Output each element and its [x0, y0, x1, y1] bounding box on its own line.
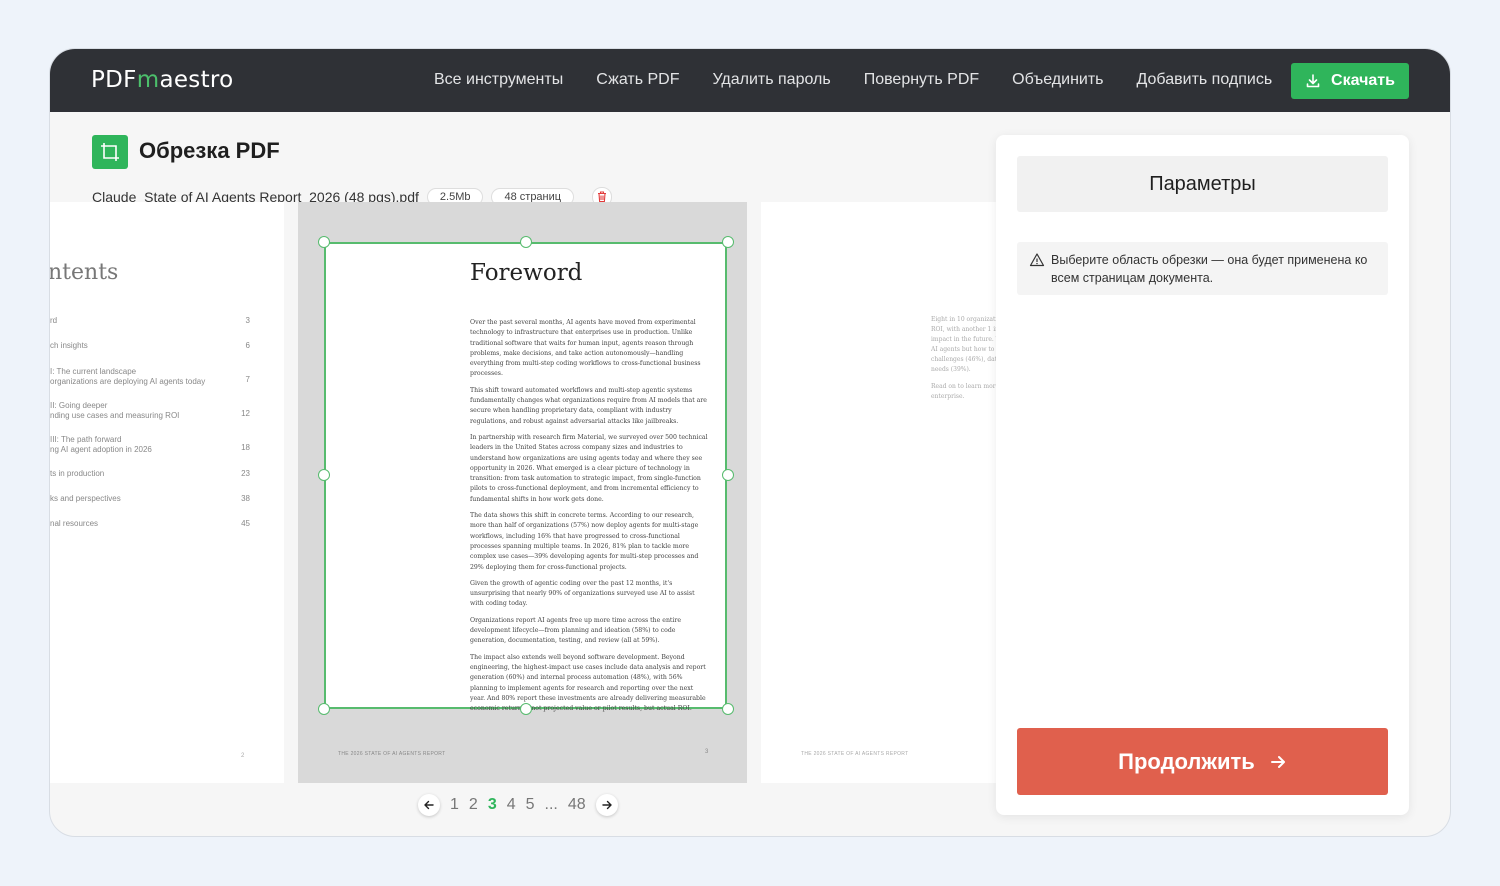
crop-icon [92, 135, 128, 169]
page-link-48[interactable]: 48 [568, 796, 586, 814]
main-nav: Все инструменты Сжать PDF Удалить пароль… [434, 71, 1272, 89]
nav-add-signature[interactable]: Добавить подпись [1137, 71, 1273, 89]
nav-rotate-pdf[interactable]: Повернуть PDF [864, 71, 979, 89]
page-number: 3 [705, 749, 709, 755]
page-ellipsis: ... [544, 796, 558, 813]
page-footer-title: THE 2026 STATE OF AI AGENTS REPORT [338, 751, 446, 757]
nav-remove-password[interactable]: Удалить пароль [712, 71, 830, 89]
page-body: Eight in 10 organizati ROI, with another… [931, 316, 996, 400]
page-link-3[interactable]: 3 [488, 796, 497, 814]
panel-title: Параметры [1017, 156, 1388, 212]
toc-row: III: The path forward ng AI agent adoptio… [50, 435, 250, 454]
page-footer-title: THE 2026 STATE OF AI AGENTS REPORT [801, 751, 909, 757]
crop-handle-right[interactable] [722, 469, 734, 481]
toc-row: ks and perspectives 38 [50, 494, 250, 503]
download-icon [1306, 74, 1320, 88]
warning-icon [1029, 253, 1045, 267]
toc-row: nal resources 45 [50, 519, 250, 528]
logo[interactable]: PDFmaestro [91, 67, 234, 93]
page-body: Over the past several months, AI agents … [470, 319, 708, 713]
toc-row: I: The current landscape organizations ar… [50, 367, 250, 386]
crop-handle-bottom-left[interactable] [318, 703, 330, 715]
crop-hint: Выберите область обрезки — она будет при… [1017, 242, 1388, 295]
arrow-right-icon [1270, 755, 1285, 768]
settings-panel: Параметры Выберите область обрезки — она… [996, 135, 1409, 815]
prev-page-button[interactable] [418, 794, 440, 816]
toc-title: ntents [50, 260, 119, 285]
crop-handle-bottom-right[interactable] [722, 703, 734, 715]
page-heading: Foreword [470, 260, 583, 286]
page-link-5[interactable]: 5 [526, 796, 535, 814]
continue-label: Продолжить [1118, 748, 1255, 774]
page-number: 2 [241, 753, 245, 759]
page-link-2[interactable]: 2 [469, 796, 478, 814]
continue-button[interactable]: Продолжить [1017, 728, 1388, 795]
page-current: Foreword Over the past several months, A… [298, 202, 747, 783]
download-label: Скачать [1331, 72, 1395, 89]
arrow-right-icon [601, 800, 612, 810]
toc-row: ts in production 23 [50, 469, 250, 478]
crop-handle-left[interactable] [318, 469, 330, 481]
download-button[interactable]: Скачать [1291, 63, 1409, 99]
page-thumb-previous[interactable]: ntents rd 3 ch insights 6 I: The current l… [50, 202, 284, 783]
toc-row: rd 3 [50, 316, 250, 325]
crop-handle-top-right[interactable] [722, 236, 734, 248]
hint-text: Выберите область обрезки — она будет при… [1051, 253, 1368, 285]
top-navbar: PDFmaestro Все инструменты Сжать PDF Уда… [50, 49, 1450, 112]
page-link-4[interactable]: 4 [507, 796, 516, 814]
page-thumb-next[interactable]: Eight in 10 organizati ROI, with another… [761, 202, 996, 783]
page-link-1[interactable]: 1 [450, 796, 459, 814]
toc-row: ch insights 6 [50, 341, 250, 350]
page-title: Обрезка PDF [139, 138, 280, 163]
crop-handle-top-left[interactable] [318, 236, 330, 248]
next-page-button[interactable] [595, 794, 618, 816]
pagination: 1 2 3 4 5 ... 48 [418, 794, 618, 816]
page-carousel: ntents rd 3 ch insights 6 I: The current l… [50, 202, 996, 784]
page-content: Foreword Over the past several months, A… [326, 244, 725, 712]
nav-compress-pdf[interactable]: Сжать PDF [596, 71, 679, 89]
nav-all-tools[interactable]: Все инструменты [434, 71, 563, 89]
crop-area[interactable]: Foreword Over the past several months, A… [324, 242, 727, 712]
nav-merge[interactable]: Объединить [1012, 71, 1103, 89]
app-window: PDFmaestro Все инструменты Сжать PDF Уда… [49, 48, 1451, 837]
crop-handle-top[interactable] [520, 236, 532, 248]
toc-row: II: Going deeper nding use cases and meas… [50, 401, 250, 420]
crop-handle-bottom[interactable] [520, 703, 532, 715]
arrow-left-icon [424, 800, 434, 810]
